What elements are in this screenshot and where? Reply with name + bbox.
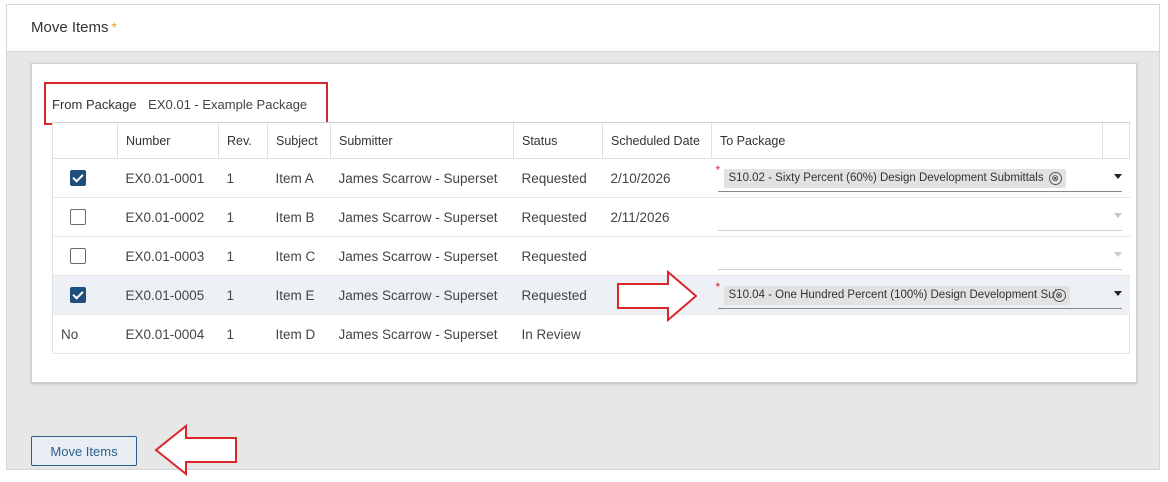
to-package-chip-label: S10.04 - One Hundred Percent (100%) Desi… — [728, 289, 1058, 301]
required-indicator: * — [111, 19, 117, 35]
cell-submitter: James Scarrow - Superset — [330, 314, 514, 354]
cell-submitter: James Scarrow - Superset — [330, 197, 514, 237]
cell-status: Requested — [513, 275, 603, 315]
to-package-chip-label: S10.02 - Sixty Percent (60%) Design Deve… — [728, 172, 1044, 184]
cell-rev: 1 — [218, 236, 268, 276]
cell-subject: Item C — [267, 236, 331, 276]
from-package-callout: From Package EX0.01 - Example Package — [44, 82, 328, 125]
cell-status: Requested — [513, 197, 603, 237]
panel-header: Move Items * — [7, 5, 1159, 52]
cell-number: EX0.01-0005 — [117, 275, 219, 315]
items-table: Number Rev. Subject Submitter Status Sch… — [52, 122, 1130, 354]
cell-subject: Item B — [267, 197, 331, 237]
column-header-subject[interactable]: Subject — [267, 122, 331, 159]
items-card: From Package EX0.01 - Example Package Nu… — [31, 63, 1137, 383]
dropdown-caret-icon[interactable] — [1113, 252, 1122, 257]
cell-to-package: * S10.04 - One Hundred Percent (100%) De… — [711, 275, 1130, 315]
clear-chip-icon[interactable]: ⊗ — [1052, 289, 1066, 302]
from-package-value: EX0.01 - Example Package — [148, 97, 308, 112]
table-row: EX0.01-0002 1 Item B James Scarrow - Sup… — [52, 197, 1130, 237]
cell-number: EX0.01-0002 — [117, 197, 219, 237]
to-package-select[interactable]: * S10.02 - Sixty Percent (60%) Design De… — [716, 163, 1122, 192]
cell-status: Requested — [513, 236, 603, 276]
table-row: No EX0.01-0004 1 Item D James Scarrow - … — [52, 314, 1130, 354]
right-arrow-icon — [617, 270, 698, 322]
table-header-row: Number Rev. Subject Submitter Status Sch… — [52, 122, 1130, 159]
cell-to-package — [711, 314, 1130, 354]
cell-subject: Item E — [267, 275, 331, 315]
row-select-cell — [52, 197, 118, 237]
cell-subject: Item D — [267, 314, 331, 354]
cell-number: EX0.01-0004 — [117, 314, 219, 354]
move-items-panel: Move Items * From Package EX0.01 - Exampl… — [6, 4, 1160, 470]
cell-rev: 1 — [218, 158, 268, 198]
table-row: EX0.01-0005 1 Item E James Scarrow - Sup… — [52, 275, 1130, 315]
cell-status: In Review — [513, 314, 603, 354]
column-header-number[interactable]: Number — [117, 122, 219, 159]
dropdown-caret-icon[interactable] — [1113, 174, 1122, 179]
table-row: EX0.01-0001 1 Item A James Scarrow - Sup… — [52, 158, 1130, 198]
cell-to-package — [711, 197, 1130, 237]
clear-chip-icon[interactable]: ⊗ — [1048, 172, 1062, 185]
column-header-to-package[interactable]: To Package — [711, 122, 1103, 159]
cell-submitter: James Scarrow - Superset — [330, 275, 514, 315]
checkbox-checked-icon[interactable] — [70, 170, 86, 187]
row-select-cell — [52, 236, 118, 276]
table-row: EX0.01-0003 1 Item C James Scarrow - Sup… — [52, 236, 1130, 276]
left-arrow-icon — [154, 424, 237, 476]
checkbox-icon[interactable] — [70, 248, 86, 265]
column-header-select — [52, 122, 118, 159]
row-select-cell: No — [52, 314, 118, 354]
cell-rev: 1 — [218, 275, 268, 315]
cell-scheduled-date: 2/10/2026 — [602, 158, 712, 198]
row-select-cell — [52, 275, 118, 315]
checkbox-checked-icon[interactable] — [70, 287, 86, 304]
column-header-status[interactable]: Status — [513, 122, 603, 159]
cell-to-package: * S10.02 - Sixty Percent (60%) Design De… — [711, 158, 1130, 198]
column-header-spacer — [1102, 122, 1130, 159]
checkbox-icon[interactable] — [70, 209, 86, 226]
cell-status: Requested — [513, 158, 603, 198]
column-header-scheduled-date[interactable]: Scheduled Date — [602, 122, 712, 159]
to-package-select[interactable] — [717, 206, 1122, 231]
cell-number: EX0.01-0003 — [117, 236, 219, 276]
from-package-label: From Package — [52, 97, 137, 112]
dropdown-caret-icon[interactable] — [1113, 291, 1122, 296]
cell-rev: 1 — [218, 314, 268, 354]
cell-rev: 1 — [218, 197, 268, 237]
column-header-rev[interactable]: Rev. — [218, 122, 268, 159]
to-package-select[interactable]: * S10.04 - One Hundred Percent (100%) De… — [716, 280, 1122, 309]
cell-to-package — [711, 236, 1130, 276]
move-items-button[interactable]: Move Items — [31, 436, 137, 466]
row-select-cell — [52, 158, 118, 198]
cell-number: EX0.01-0001 — [117, 158, 219, 198]
cell-scheduled-date: 2/11/2026 — [602, 197, 712, 237]
cell-subject: Item A — [267, 158, 331, 198]
to-package-select[interactable] — [717, 245, 1122, 270]
to-package-chip: S10.04 - One Hundred Percent (100%) Desi… — [723, 286, 1070, 305]
column-header-submitter[interactable]: Submitter — [330, 122, 514, 159]
required-indicator: * — [715, 280, 721, 294]
dropdown-caret-icon[interactable] — [1113, 213, 1122, 218]
cell-submitter: James Scarrow - Superset — [330, 158, 514, 198]
page-title: Move Items * — [31, 19, 117, 36]
required-indicator: * — [715, 163, 721, 177]
cell-submitter: James Scarrow - Superset — [330, 236, 514, 276]
to-package-chip: S10.02 - Sixty Percent (60%) Design Deve… — [723, 169, 1066, 188]
